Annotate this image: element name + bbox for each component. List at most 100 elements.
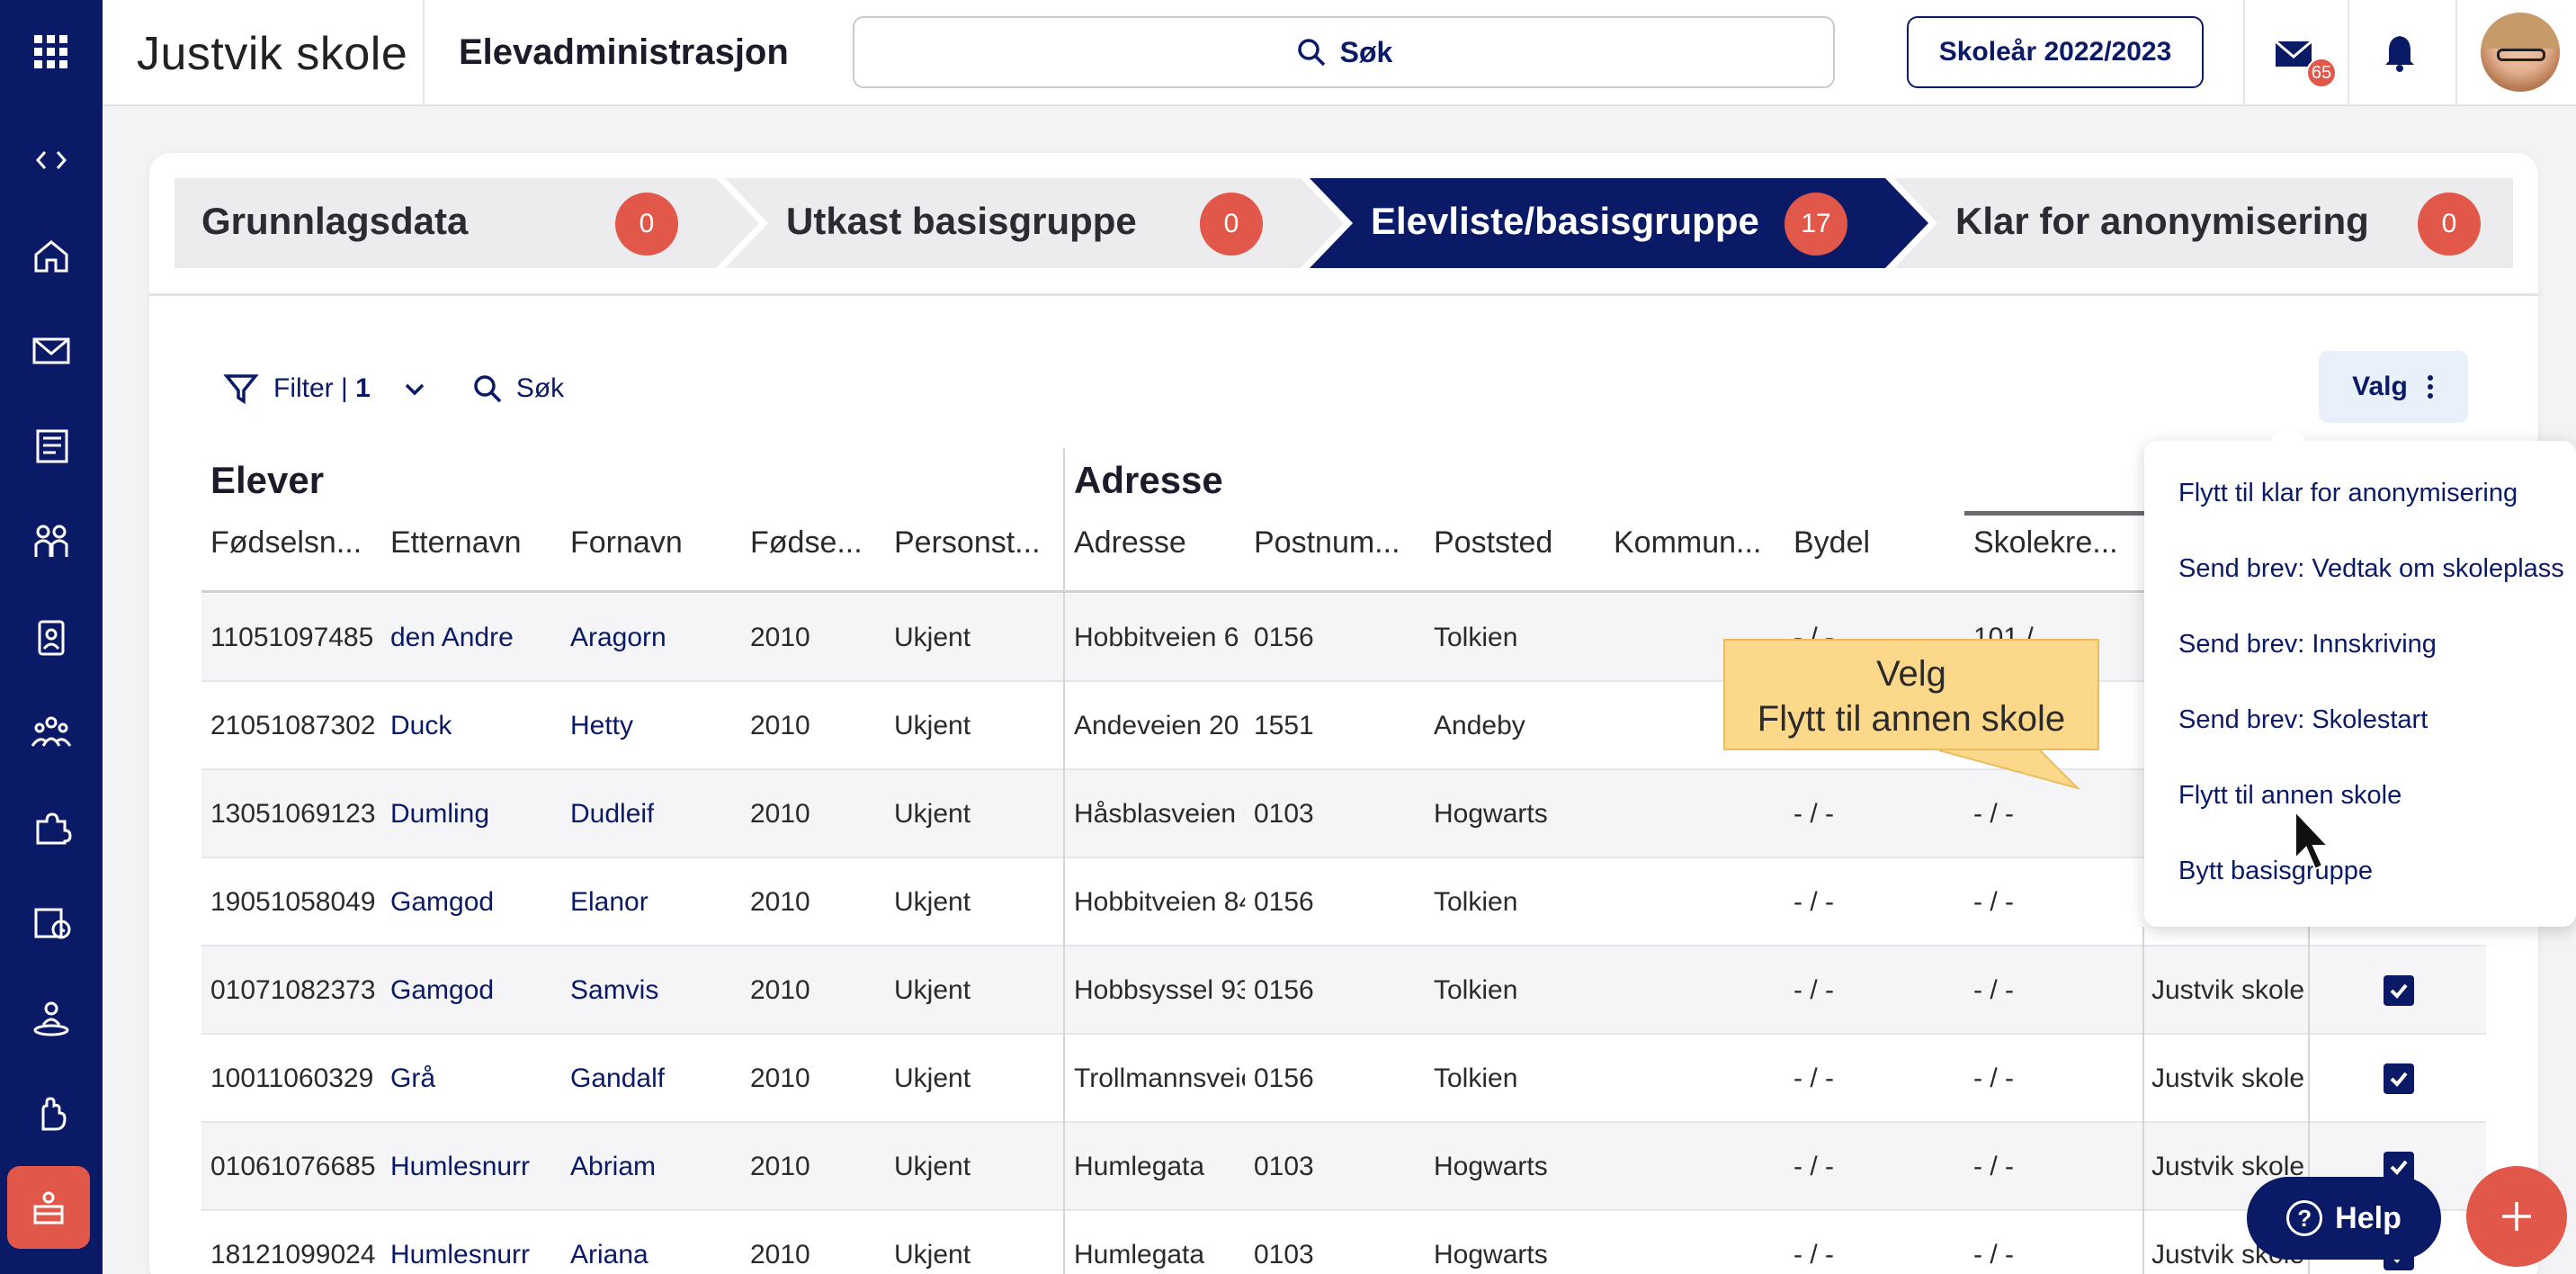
global-search-input[interactable]: Søk: [853, 16, 1835, 88]
cell-etternavn[interactable]: den Andre: [390, 594, 514, 682]
column-resize-indicator: [1964, 511, 2146, 516]
cell-fornavn[interactable]: Abriam: [570, 1123, 656, 1211]
valg-dropdown-menu: Flytt til klar for anonymisering Send br…: [2144, 423, 2576, 927]
expand-collapse-icon[interactable]: [24, 133, 78, 187]
valg-button[interactable]: Valg: [2319, 351, 2468, 423]
cell-fnr: 21051087302: [210, 711, 376, 740]
cell-fornavn[interactable]: Gandalf: [570, 1035, 665, 1123]
menu-item-innskriving[interactable]: Send brev: Innskriving: [2178, 630, 2437, 659]
filter-icon[interactable]: [223, 371, 259, 407]
cell-skolekrets: - / -: [1973, 1152, 2014, 1181]
newspaper-icon[interactable]: [24, 419, 78, 473]
step-grunnlagsdata[interactable]: Grunnlagsdata 0: [174, 178, 732, 268]
column-header[interactable]: Postnum...: [1254, 525, 1400, 561]
check-icon: [2390, 1072, 2408, 1087]
table-row[interactable]: 13051069123 Dumling Dudleif 2010 Ukjent Håsbl…: [201, 770, 2486, 858]
module-title: Elevadministrasjon: [459, 32, 789, 72]
cell-fornavn[interactable]: Samvis: [570, 947, 658, 1035]
column-header[interactable]: Bydel: [1793, 525, 1870, 561]
cell-fornavn[interactable]: Ariana: [570, 1211, 648, 1274]
column-header[interactable]: Personst...: [894, 525, 1041, 561]
add-button[interactable]: [2466, 1166, 2567, 1267]
cell-etternavn[interactable]: Gamgod: [390, 947, 494, 1035]
schedule-icon[interactable]: [24, 896, 78, 950]
row-checkbox[interactable]: [2384, 975, 2414, 1006]
cell-etternavn[interactable]: Humlesnurr: [390, 1211, 530, 1274]
cell-poststed: Tolkien: [1434, 623, 1518, 652]
divider: [149, 293, 2538, 296]
cell-bydel: - / -: [1793, 1063, 1834, 1093]
cell-fnr: 11051097485: [210, 623, 374, 652]
cell-fornavn[interactable]: Elanor: [570, 858, 648, 947]
column-header[interactable]: Skolekre...: [1973, 525, 2118, 561]
hand-raise-icon[interactable]: [24, 1087, 78, 1141]
cell-postnr: 0156: [1254, 975, 1314, 1005]
cell-fornavn[interactable]: Hetty: [570, 682, 633, 770]
enrollment-icon[interactable]: [7, 1166, 90, 1249]
column-header[interactable]: Fødse...: [750, 525, 863, 561]
menu-item-skolestart[interactable]: Send brev: Skolestart: [2178, 705, 2428, 735]
menu-item-flytt-klar-anonymisering[interactable]: Flytt til klar for anonymisering: [2178, 479, 2518, 508]
bell-icon[interactable]: [2373, 27, 2427, 81]
group-header-adresse: Adresse: [1074, 459, 1223, 501]
school-year-button[interactable]: Skoleår 2022/2023: [1907, 16, 2204, 88]
chevron-down-icon[interactable]: [401, 375, 428, 402]
puzzle-icon[interactable]: [24, 801, 78, 855]
search-icon[interactable]: [471, 372, 504, 405]
step-count-badge: 17: [1784, 193, 1847, 256]
mouse-cursor-icon: [2294, 810, 2330, 871]
cell-fnr: 10011060329: [210, 1063, 374, 1093]
step-utkast-basisgruppe[interactable]: Utkast basisgruppe 0: [759, 178, 1317, 268]
row-checkbox[interactable]: [2384, 1063, 2414, 1094]
column-header[interactable]: Poststed: [1434, 525, 1552, 561]
group-icon[interactable]: [24, 705, 78, 759]
avatar[interactable]: [2481, 13, 2560, 92]
step-klar-for-anonymisering[interactable]: Klar for anonymisering 0: [1928, 178, 2513, 268]
step-elevliste-basisgruppe[interactable]: Elevliste/basisgruppe 17: [1344, 178, 1901, 268]
menu-item-flytt-annen-skole[interactable]: Flytt til annen skole: [2178, 781, 2402, 811]
cell-aar: 2010: [750, 1152, 810, 1181]
cell-bydel: - / -: [1793, 799, 1834, 829]
cell-etternavn[interactable]: Gamgod: [390, 858, 494, 947]
cell-status: Ukjent: [894, 1240, 971, 1270]
callout-line-1: Velg: [1876, 654, 1946, 694]
cell-status: Ukjent: [894, 887, 971, 917]
cell-adresse: Andeveien 20: [1074, 711, 1239, 740]
students-icon[interactable]: [24, 515, 78, 569]
cell-adresse: Humlegata: [1074, 1152, 1205, 1181]
person-location-icon[interactable]: [24, 991, 78, 1045]
nav-rail: [0, 0, 103, 1274]
column-header[interactable]: Adresse: [1074, 525, 1186, 561]
home-icon[interactable]: [24, 229, 78, 283]
cell-aar: 2010: [750, 975, 810, 1005]
help-label: Help: [2335, 1200, 2402, 1235]
table-row[interactable]: 21051087302 Duck Hetty 2010 Ukjent Andeveien …: [201, 682, 2486, 770]
cell-skolekrets: - / -: [1973, 887, 2014, 917]
menu-item-vedtak-skoleplass[interactable]: Send brev: Vedtak om skoleplass: [2178, 554, 2564, 584]
divider: [2455, 0, 2457, 106]
apps-grid-icon[interactable]: [24, 25, 78, 79]
column-header[interactable]: Fødselsn...: [210, 525, 362, 561]
cell-poststed: Hogwarts: [1434, 1240, 1548, 1270]
cell-postnr: 1551: [1254, 711, 1314, 740]
cell-etternavn[interactable]: Grå: [390, 1035, 435, 1123]
help-icon: ?: [2286, 1200, 2323, 1236]
table-row[interactable]: 11051097485 den Andre Aragorn 2010 Ukjent Hob…: [201, 594, 2486, 682]
cell-status: Ukjent: [894, 1063, 971, 1093]
filter-button[interactable]: Filter | 1: [273, 373, 371, 404]
column-header[interactable]: Etternavn: [390, 525, 522, 561]
cell-etternavn[interactable]: Humlesnurr: [390, 1123, 530, 1211]
help-button[interactable]: ? Help: [2247, 1177, 2441, 1260]
cell-fornavn[interactable]: Aragorn: [570, 594, 666, 682]
id-badge-icon[interactable]: [24, 610, 78, 664]
mail-icon[interactable]: [24, 324, 78, 378]
cell-etternavn[interactable]: Dumling: [390, 770, 489, 858]
column-header[interactable]: Fornavn: [570, 525, 683, 561]
cell-etternavn[interactable]: Duck: [390, 682, 452, 770]
column-header[interactable]: Kommun...: [1614, 525, 1761, 561]
cell-adresse: Håsblasveien 9: [1074, 799, 1245, 829]
check-icon: [2390, 983, 2408, 999]
menu-item-bytt-basisgruppe[interactable]: Bytt basisgruppe: [2178, 857, 2373, 886]
table-search-button[interactable]: Søk: [516, 373, 564, 404]
cell-fornavn[interactable]: Dudleif: [570, 770, 654, 858]
